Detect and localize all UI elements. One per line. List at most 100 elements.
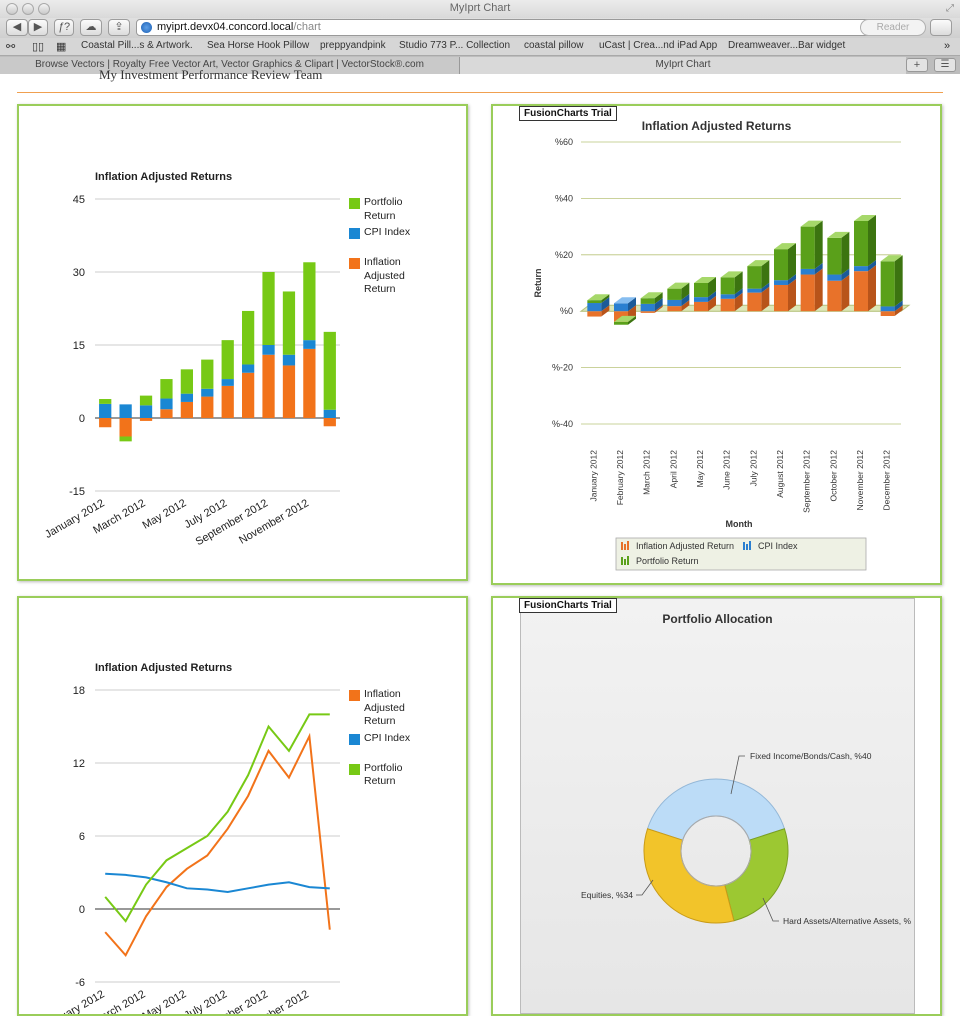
bookmark-item[interactable]: Dreamweaver...Bar widget [728,40,845,51]
bar-side-face [841,231,850,275]
chart-panel-stacked-bar: Inflation Adjusted Returns 45 30 15 0 -15 Jan… [17,104,468,581]
x-tick-label: January 2012 [43,988,107,1014]
reading-list-icon[interactable]: ⚯ [6,40,15,53]
downloads-button[interactable] [930,19,952,36]
bar-segment [747,288,762,293]
bar-segment [99,418,112,428]
slice-label: Hard Assets/Alternative Assets, % [783,916,911,926]
legend-icon-bar [743,542,745,550]
x-tick-label: April 2012 [668,450,678,489]
header-divider [17,92,943,93]
url-path: /chart [293,21,321,33]
icloud-icon[interactable]: ☁ [80,19,102,36]
bookmark-item[interactable]: Coastal Pill...s & Artwork. [81,40,193,51]
bar-segment [119,418,132,437]
slice-label: Equities, %34 [581,890,633,900]
y-tick-label: 6 [79,831,85,843]
bar-segment [303,262,316,341]
line-chart: 181260-6January 2012March 2012May 2012Ju… [43,685,340,1014]
forward-button[interactable]: ▶ [28,19,48,36]
x-tick-label: December 2012 [882,450,892,511]
x-tick-label: May 2012 [141,988,189,1014]
tab-myiprt-chart[interactable]: MyIprt Chart [460,57,906,74]
bar-segment [854,266,868,272]
bar-segment [827,280,842,312]
bar-segment [854,220,868,267]
bar-side-face [814,220,823,269]
top-sites-icon[interactable]: ▦ [56,40,66,53]
bar-segment [880,306,895,312]
x-tick-label: November 2012 [855,450,865,511]
legend-icon-bar [621,557,623,565]
y-tick-label: %-20 [552,363,573,373]
url-host: myiprt.devx04.concord.local [157,21,294,33]
legend-label[interactable]: Inflation Adjusted Return [364,256,424,297]
bar-segment [720,294,735,299]
bar-segment [139,395,153,406]
y-tick-label: -6 [75,977,85,989]
legend-label[interactable]: Inflation Adjusted Return [364,688,424,729]
y-tick-label: %0 [560,306,573,316]
bar-segment [160,398,173,410]
script-icon[interactable]: ƒ? [54,19,74,36]
bar-segment [827,274,842,281]
x-tick-label: March 2012 [642,450,652,495]
y-tick-label: -15 [69,486,85,498]
chart-panel-line: Inflation Adjusted Returns 18 12 6 0 -6 Janua… [17,596,468,1016]
bookmarks-icon[interactable]: ▯▯ [32,40,44,53]
bar-segment [262,354,275,418]
bar-segment [587,303,602,312]
y-tick-label: 30 [73,267,85,279]
legend-label[interactable]: Portfolio Return [364,762,424,789]
bookmark-item[interactable]: Studio 773 P... Collection [399,40,510,51]
bookmark-item[interactable]: Sea Horse Hook Pillow [207,40,309,51]
bar-segment [774,249,788,281]
bar-segment [694,283,708,298]
bar-segment [587,300,602,304]
bar-segment [667,306,682,312]
donut-slice [724,828,789,922]
reader-button[interactable]: Reader [860,19,926,36]
y-tick-label: 0 [79,413,85,425]
bar-segment [640,298,655,304]
bar-side-face [788,243,796,281]
bar-segment [694,301,708,312]
bar-segment [614,303,628,312]
legend-label: CPI Index [758,541,798,551]
y-tick-label: 12 [73,758,85,770]
y-tick-label: 0 [79,904,85,916]
bar-segment [667,299,682,307]
slice-leader-line [636,879,654,896]
y-tick-label: %-40 [552,419,573,429]
legend-label[interactable]: CPI Index [364,226,424,240]
tab-overview-button[interactable]: ☰ [934,58,956,72]
bar-segment [201,388,214,397]
bar-segment [880,311,895,316]
y-tick-label: 45 [73,194,85,206]
new-tab-button[interactable]: + [906,58,928,72]
bar-segment [160,379,173,399]
legend-label[interactable]: Portfolio Return [364,196,424,223]
series-line [104,732,331,957]
legend-icon-bar [746,544,748,550]
bar-segment [640,303,655,312]
bar-segment [201,396,214,418]
bookmark-item[interactable]: uCast | Crea...nd iPad App [599,40,717,51]
legend-label[interactable]: CPI Index [364,732,424,746]
fullscreen-icon[interactable]: ⤢ [946,3,954,14]
bookmark-item[interactable]: coastal pillow [524,40,583,51]
address-bar[interactable]: myiprt.devx04.concord.local/chart ↻ [136,19,882,36]
legend-label: Portfolio Return [636,556,699,566]
bar-segment [694,297,708,302]
bar-segment [282,354,296,366]
donut-hole-edge [680,815,752,887]
bookmark-item[interactable]: preppyandpink [320,40,386,51]
chart-panel-3d-column: FusionCharts Trial Inflation Adjusted Re… [491,104,942,585]
bar-segment [242,310,255,365]
share-icon[interactable]: ⇪ [108,19,130,36]
more-bookmarks-icon[interactable]: » [944,40,950,52]
bar-segment [242,372,255,418]
y-tick-label: %40 [555,193,573,203]
back-button[interactable]: ◀ [6,19,28,36]
bar-segment [774,280,788,285]
